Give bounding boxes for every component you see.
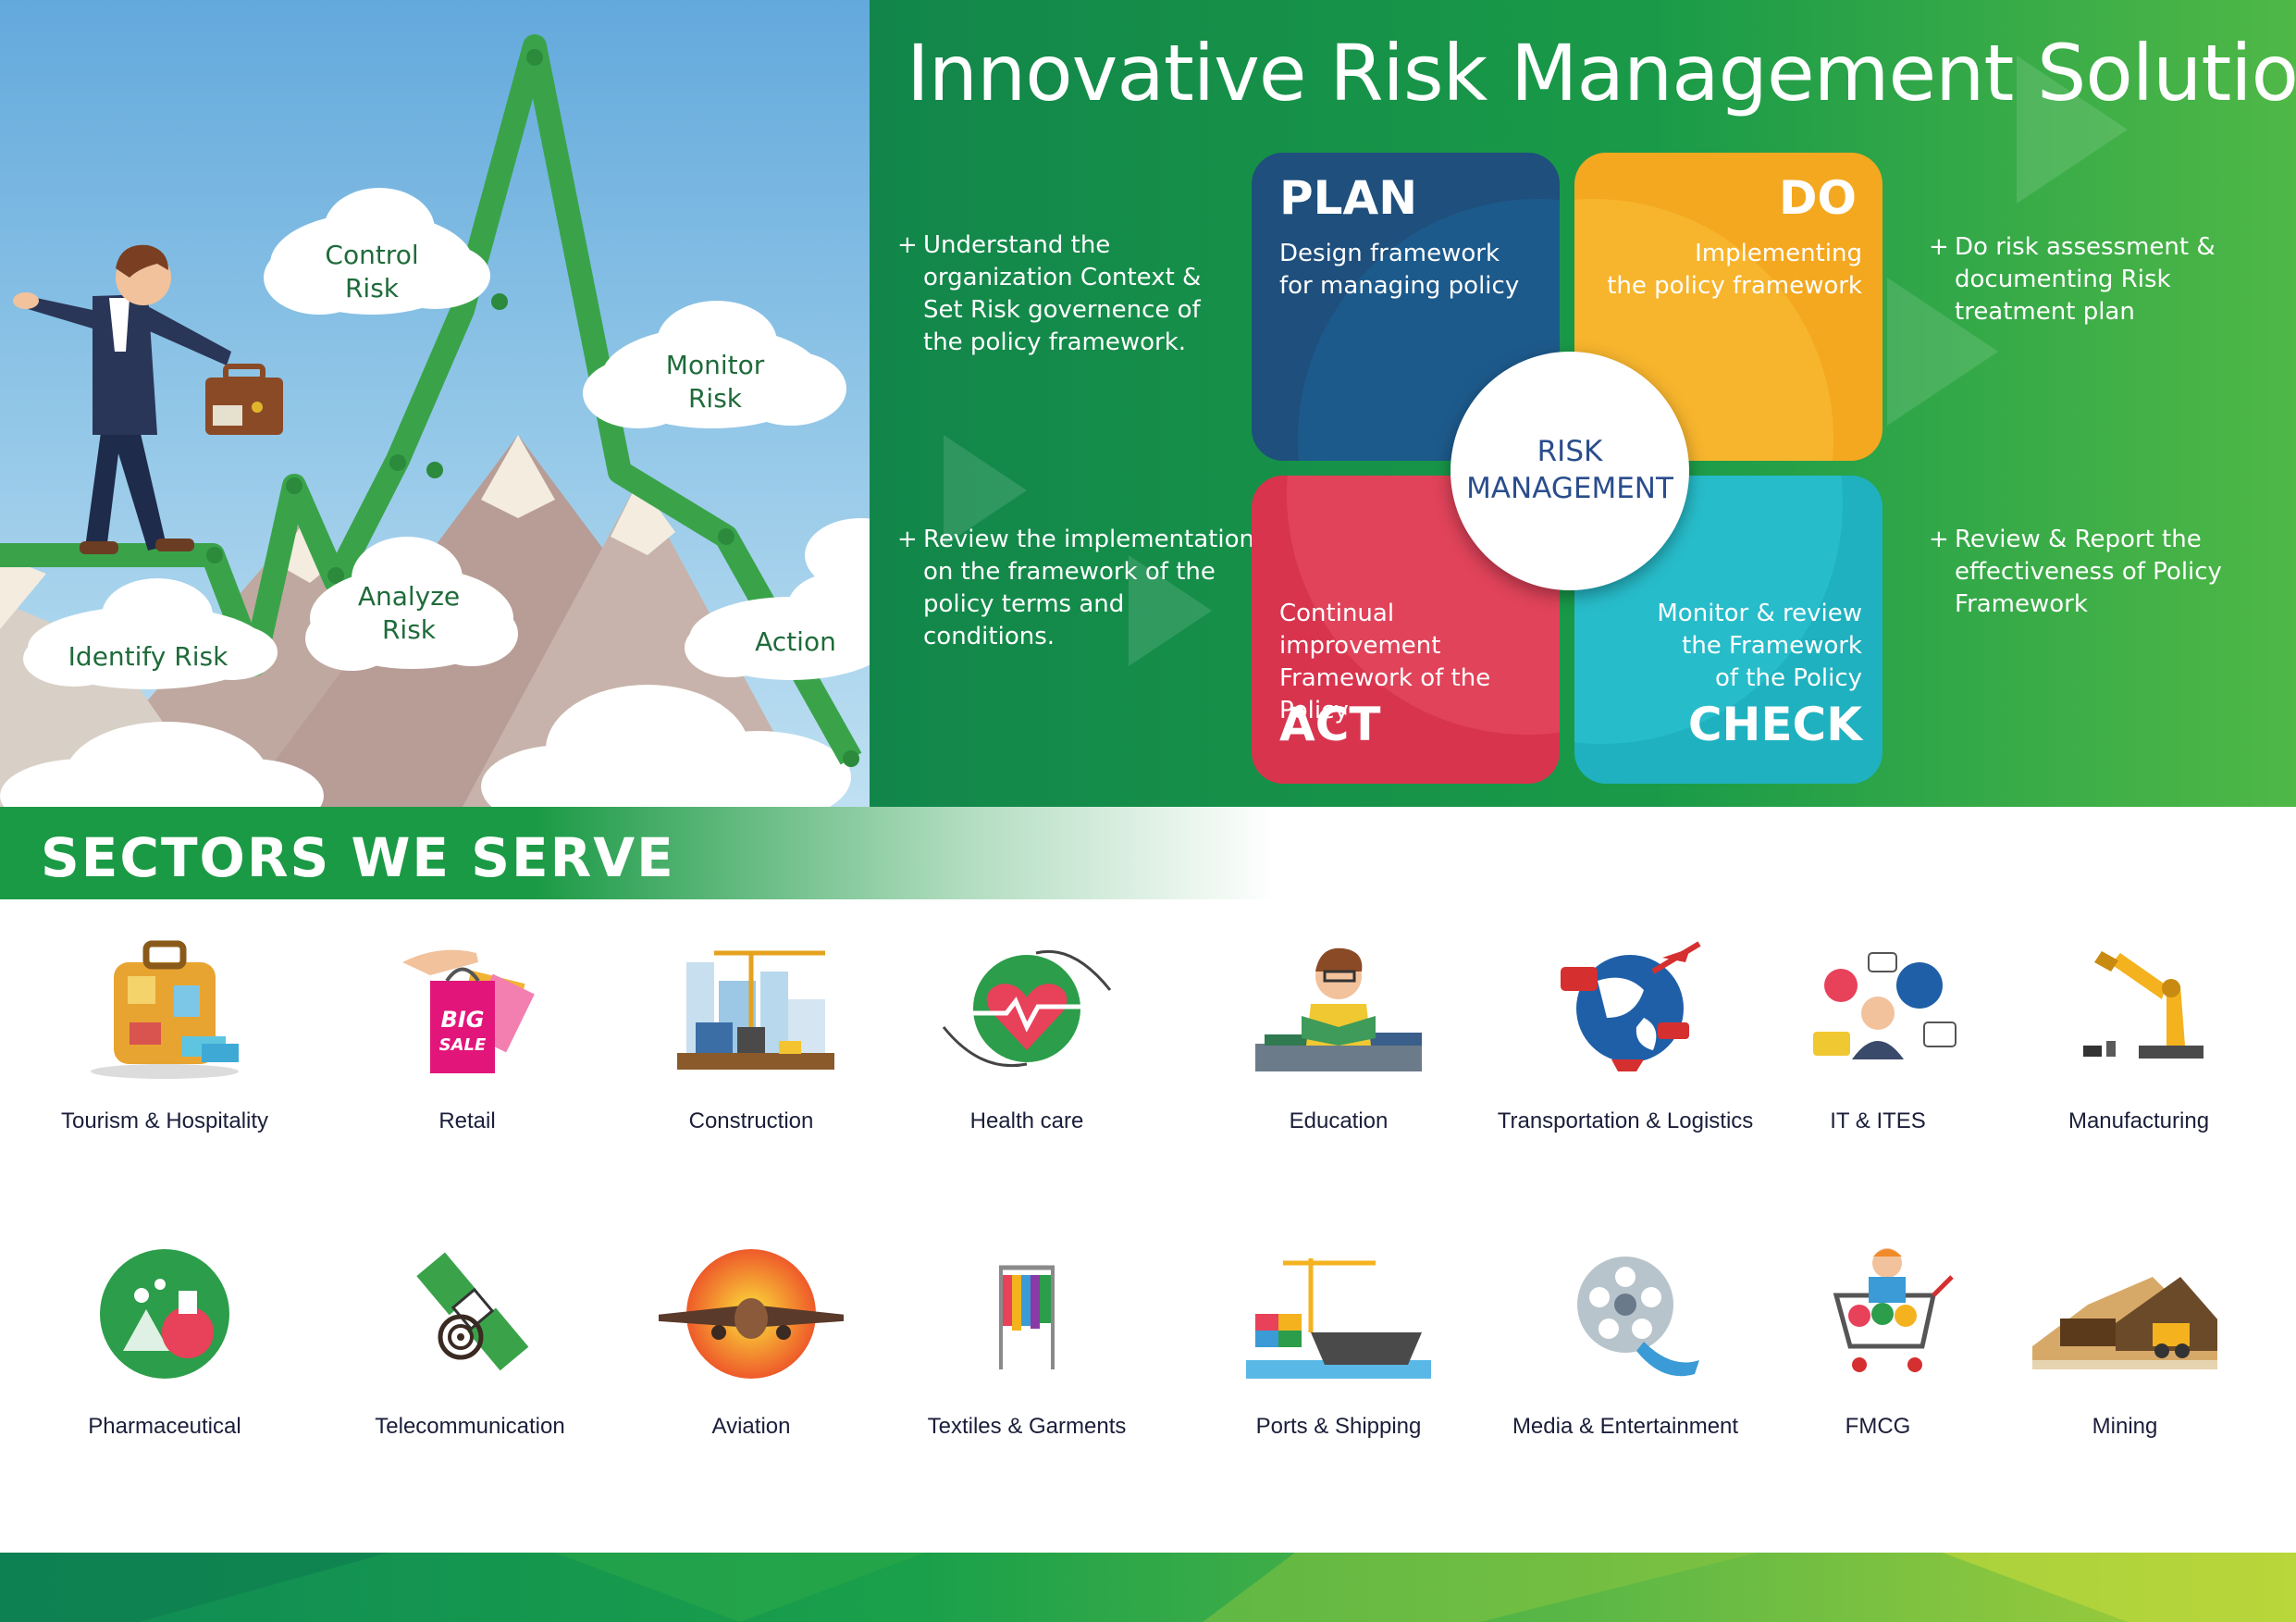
robot-arm-icon xyxy=(2083,951,2203,1059)
sector-label: Transportation & Logistics xyxy=(1497,1108,1754,1133)
shopping-cart-icon xyxy=(1833,1248,1954,1372)
sector-mining: Mining xyxy=(1986,1240,2264,1490)
sector-aviation: Aviation xyxy=(612,1240,890,1490)
sector-label: Media & Entertainment xyxy=(1512,1414,1739,1439)
sector-label: Textiles & Garments xyxy=(927,1414,1127,1439)
airplane-icon xyxy=(659,1249,844,1379)
sector-transport: Transportation & Logistics xyxy=(1487,935,1764,1184)
plan-title: PLAN xyxy=(1279,171,1418,225)
globe-vehicles-icon xyxy=(1561,941,1701,1071)
footer-decoration-band xyxy=(0,1553,2296,1622)
risk-cycle-panel: Innovative Risk Management Solutions + U… xyxy=(870,0,2296,807)
clothes-rack-icon xyxy=(999,1265,1055,1369)
sector-fmcg: FMCG xyxy=(1739,1240,2017,1490)
sector-retail: BIG SALE Retail xyxy=(328,935,606,1184)
check-text: Monitor & review the Framework of the Poli… xyxy=(1657,600,1862,692)
risk-management-center: RISK MANAGEMENT xyxy=(1450,352,1689,590)
satellite-icon xyxy=(416,1252,529,1371)
student-books-icon xyxy=(1255,947,1422,1071)
sector-tourism: Tourism & Hospitality xyxy=(26,935,303,1184)
sector-label: Mining xyxy=(2092,1414,2158,1439)
bullet-plan: + Understand the organization Context & S… xyxy=(897,231,1202,356)
sector-ports: Ports & Shipping xyxy=(1200,1240,1477,1490)
sector-healthcare: Health care xyxy=(888,935,1166,1184)
sector-pharma: Pharmaceutical xyxy=(26,1240,303,1490)
page-title: Innovative Risk Management Solutions xyxy=(907,28,2296,118)
sector-media: Media & Entertainment xyxy=(1487,1240,1764,1490)
cloud-label-control: Control Risk xyxy=(325,240,419,303)
sector-label: Education xyxy=(1289,1108,1389,1133)
plus-icon: + xyxy=(897,526,918,553)
plus-icon: + xyxy=(1929,526,1949,553)
do-title: DO xyxy=(1778,171,1857,225)
sector-textiles: Textiles & Garments xyxy=(888,1240,1166,1490)
sector-it: IT & ITES xyxy=(1739,935,2017,1184)
mining-truck-icon xyxy=(2032,1277,2217,1369)
bullet-check: + Review & Report the effectiveness of Po… xyxy=(1929,526,2222,618)
sector-label: Pharmaceutical xyxy=(88,1414,241,1439)
lab-flask-icon xyxy=(100,1249,229,1379)
sector-label: Retail xyxy=(438,1108,496,1133)
cloud-label-action: Action xyxy=(755,626,836,657)
film-reel-icon xyxy=(1577,1257,1699,1377)
sector-education: Education xyxy=(1200,935,1477,1184)
plus-icon: + xyxy=(1929,233,1949,261)
businessman-figure xyxy=(13,244,283,554)
cloud-label-monitor: Monitor Risk xyxy=(665,350,765,414)
sector-label: FMCG xyxy=(1845,1414,1911,1439)
sector-label: Manufacturing xyxy=(2068,1108,2210,1133)
act-title: ACT xyxy=(1279,698,1381,751)
bullet-act: + Review the implementation on the framew… xyxy=(897,526,1254,650)
heart-hands-icon xyxy=(942,949,1112,1068)
plus-icon: + xyxy=(897,231,918,259)
sector-label: Telecommunication xyxy=(375,1414,565,1439)
building-crane-icon xyxy=(677,950,834,1070)
svg-text:SALE: SALE xyxy=(439,1035,487,1055)
bullet-do: + Do risk assessment & documenting Risk t… xyxy=(1929,233,2216,326)
do-text: Implementing the policy framework xyxy=(1607,240,1862,300)
sector-label: Construction xyxy=(688,1108,814,1133)
sector-telecom: Telecommunication xyxy=(331,1240,609,1490)
cloud-label-analyze: Analyze Risk xyxy=(357,581,461,645)
sector-label: Ports & Shipping xyxy=(1255,1414,1422,1439)
cloud-label-identify: Identify Risk xyxy=(68,641,228,672)
svg-text:BIG: BIG xyxy=(441,1007,485,1033)
sector-label: Health care xyxy=(969,1108,1084,1133)
suitcase-icon xyxy=(91,940,239,1079)
plan-text: Design framework for managing policy xyxy=(1279,240,1520,300)
sectors-title: SECTORS WE SERVE xyxy=(41,826,675,889)
it-network-icon xyxy=(1813,952,1957,1059)
sector-construction: Construction xyxy=(612,935,890,1184)
sector-label: Aviation xyxy=(711,1414,791,1439)
cargo-ship-icon xyxy=(1246,1258,1431,1379)
footer-triangles xyxy=(0,1553,2296,1622)
shopping-bags-icon: BIG SALE xyxy=(402,949,535,1073)
sector-manufacturing: Manufacturing xyxy=(2000,935,2277,1184)
check-title: CHECK xyxy=(1687,698,1862,751)
sector-label: IT & ITES xyxy=(1830,1108,1926,1133)
risk-journey-illustration: Control Risk Monitor Risk Analyze Risk Iden… xyxy=(0,0,870,807)
sector-label: Tourism & Hospitality xyxy=(60,1108,269,1133)
